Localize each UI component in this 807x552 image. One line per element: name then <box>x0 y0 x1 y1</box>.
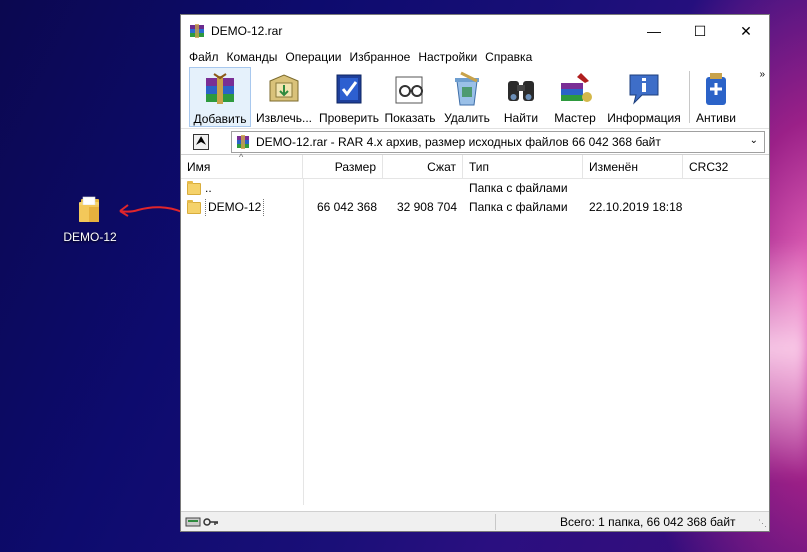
up-folder-button[interactable]: ⮝ <box>193 133 209 150</box>
row-size <box>303 179 383 198</box>
address-field[interactable]: DEMO-12.rar - RAR 4.x архив, размер исхо… <box>231 130 765 153</box>
row-modified <box>583 179 683 198</box>
row-crc <box>683 179 769 198</box>
add-archive-icon <box>206 73 234 104</box>
row-name-cell: DEMO-12 <box>181 198 303 217</box>
menu-file[interactable]: Файл <box>185 50 223 64</box>
title-bar[interactable]: DEMO-12.rar — ☐ ✕ <box>181 15 769 47</box>
antivirus-icon <box>706 73 726 105</box>
antivirus-button[interactable]: Антиви <box>696 67 740 127</box>
status-icons <box>181 516 241 528</box>
row-type: Папка с файлами <box>469 200 568 214</box>
find-button-label: Найти <box>503 111 539 125</box>
menu-bar: Файл Команды Операции Избранное Настройк… <box>181 47 769 67</box>
desktop-folder-demo-12[interactable]: DEMO-12 <box>58 196 122 244</box>
row-packed: 32 908 704 <box>396 200 457 214</box>
table-row[interactable]: DEMO-12 66 042 368 32 908 704 Папка с фа… <box>181 198 769 217</box>
extract-button-label: Извлечь... <box>255 111 312 125</box>
folder-icon <box>187 199 201 214</box>
row-crc <box>683 198 769 217</box>
delete-button-label: Удалить <box>444 111 490 125</box>
info-button[interactable]: Информация <box>603 67 685 127</box>
delete-button[interactable]: Удалить <box>439 67 495 127</box>
close-button[interactable]: ✕ <box>723 15 769 47</box>
desktop-folder-label: DEMO-12 <box>63 230 117 244</box>
address-dropdown-icon[interactable]: ⌄ <box>750 135 758 146</box>
resize-grip-icon[interactable]: ⋱ <box>758 518 767 529</box>
column-size[interactable]: Размер <box>303 154 383 179</box>
view-icon <box>395 76 423 104</box>
wizard-icon <box>561 73 592 102</box>
row-modified: 22.10.2019 18:18 <box>589 200 683 214</box>
row-packed <box>383 179 463 198</box>
row-name: .. <box>205 181 212 195</box>
maximize-button[interactable]: ☐ <box>677 15 723 47</box>
sort-ascending-icon: ^ <box>239 152 244 162</box>
drive-icon[interactable] <box>185 516 201 528</box>
name-column-divider <box>303 179 304 505</box>
add-button-label: Добавить <box>193 112 247 126</box>
window-title: DEMO-12.rar <box>211 24 283 38</box>
column-packed[interactable]: Сжат <box>383 154 463 179</box>
minimize-button[interactable]: — <box>631 15 677 47</box>
delete-icon <box>455 71 479 106</box>
view-button-label: Показать <box>384 111 436 125</box>
status-text: Всего: 1 папка, 66 042 368 байт <box>560 514 736 529</box>
up-arrow-icon: ⮝ <box>196 135 206 147</box>
status-bar: Всего: 1 папка, 66 042 368 байт ⋱ <box>181 511 769 531</box>
row-size: 66 042 368 <box>316 200 377 214</box>
key-icon[interactable] <box>203 516 219 528</box>
address-text: DEMO-12.rar - RAR 4.x архив, размер исхо… <box>256 134 661 149</box>
add-button[interactable]: Добавить <box>189 67 251 127</box>
info-button-label: Информация <box>607 111 681 125</box>
column-type[interactable]: Тип <box>463 154 583 179</box>
wizard-button-label: Мастер <box>554 111 596 125</box>
annotation-arrow-icon <box>119 204 183 217</box>
wizard-button[interactable]: Мастер <box>547 67 603 127</box>
toolbar: Добавить Извлечь... Проверить Показать У… <box>181 67 769 129</box>
menu-commands[interactable]: Команды <box>223 50 282 64</box>
extract-icon <box>269 74 299 102</box>
address-bar: ⮝ DEMO-12.rar - RAR 4.x архив, размер ис… <box>181 129 769 155</box>
file-list-header: ^ Имя Размер Сжат Тип Изменён CRC32 <box>181 152 769 179</box>
folder-icon <box>77 196 103 224</box>
menu-options[interactable]: Настройки <box>414 50 481 64</box>
test-icon <box>336 74 362 104</box>
table-row[interactable]: .. Папка с файлами <box>181 179 769 198</box>
folder-icon <box>187 180 201 195</box>
column-modified[interactable]: Изменён <box>583 154 683 179</box>
find-button[interactable]: Найти <box>495 67 547 127</box>
menu-favorites[interactable]: Избранное <box>346 50 415 64</box>
find-icon <box>508 81 534 101</box>
row-name-cell: .. <box>181 179 303 198</box>
menu-operations[interactable]: Операции <box>281 50 345 64</box>
test-button[interactable]: Проверить <box>317 67 381 127</box>
extract-button[interactable]: Извлечь... <box>251 67 317 127</box>
rar-archive-icon <box>237 134 249 149</box>
info-icon <box>629 74 659 105</box>
file-list: .. Папка с файлами DEMO-12 66 042 368 32… <box>181 179 769 505</box>
test-button-label: Проверить <box>318 111 379 125</box>
row-name: DEMO-12 <box>205 198 265 217</box>
toolbar-separator <box>689 71 690 123</box>
winrar-app-icon <box>190 24 204 38</box>
menu-help[interactable]: Справка <box>481 50 536 64</box>
view-button[interactable]: Показать <box>381 67 439 127</box>
toolbar-more-button[interactable]: » <box>759 69 765 80</box>
column-crc32[interactable]: CRC32 <box>683 155 769 179</box>
antivirus-button-label: Антиви <box>696 111 736 125</box>
row-type: Папка с файлами <box>469 181 568 195</box>
winrar-window: DEMO-12.rar — ☐ ✕ Файл Команды Операции … <box>180 14 770 532</box>
